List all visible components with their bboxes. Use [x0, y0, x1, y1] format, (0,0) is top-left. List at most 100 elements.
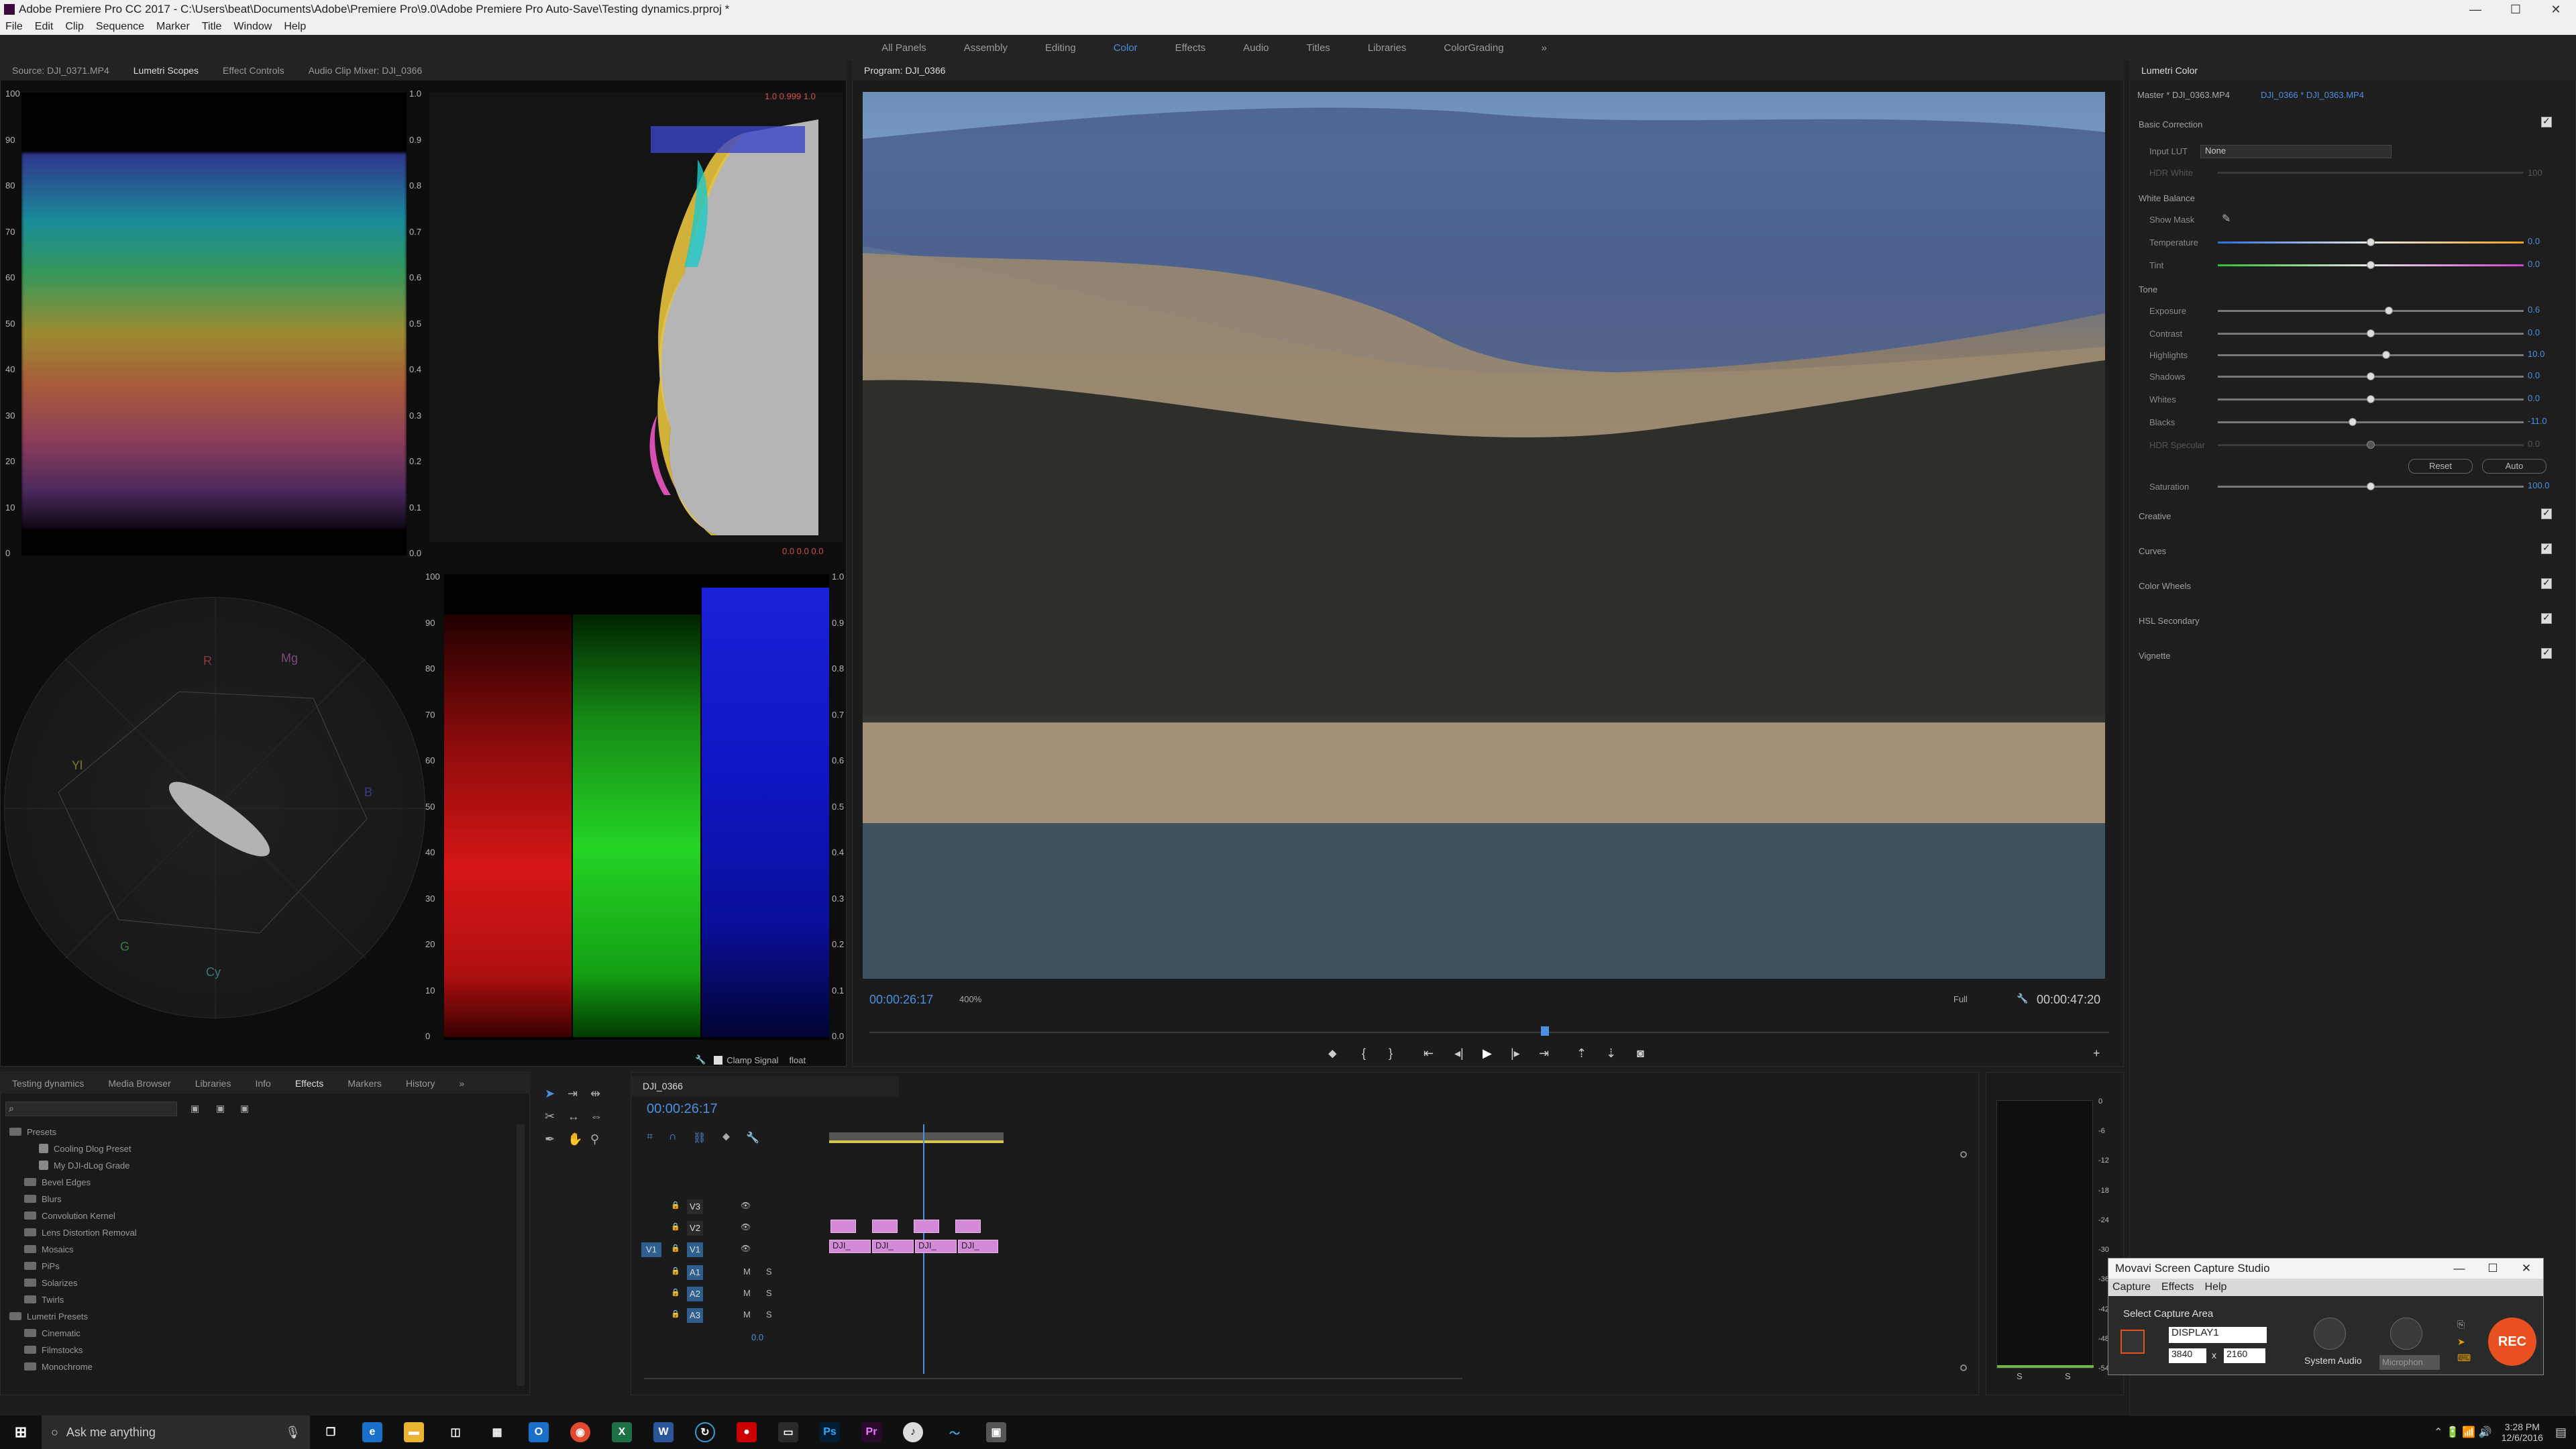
menu-edit[interactable]: Edit — [35, 21, 54, 33]
menu-sequence[interactable]: Sequence — [96, 21, 144, 33]
movavi-close-button[interactable]: ✕ — [2510, 1262, 2543, 1275]
slide-tool-icon[interactable]: ⇔ — [590, 1110, 602, 1124]
pen-tool-icon[interactable]: ✒ — [545, 1132, 555, 1146]
slider-tint[interactable] — [2218, 261, 2524, 269]
menu-help[interactable]: Help — [284, 21, 306, 33]
clip-v2[interactable] — [955, 1220, 981, 1233]
track-visibility-icon[interactable]: 👁 — [741, 1201, 751, 1210]
slider-blacks[interactable] — [2218, 418, 2524, 426]
go-to-in-button[interactable]: ⇤ — [1424, 1046, 1434, 1061]
yuv-effects-icon[interactable]: ▣ — [240, 1103, 249, 1114]
track-lock-icon[interactable]: 🔒 — [671, 1267, 680, 1275]
zoom-handle-top[interactable] — [1960, 1151, 1967, 1158]
tab-source[interactable]: Source: DJI_0371.MP4 — [12, 65, 109, 76]
slider-value[interactable]: -11.0 — [2528, 416, 2547, 426]
track-solo-button[interactable]: S — [766, 1288, 772, 1298]
menu-clip[interactable]: Clip — [65, 21, 84, 33]
program-monitor-title[interactable]: Program: DJI_0366 — [864, 65, 945, 76]
close-button[interactable]: ✕ — [2536, 3, 2576, 17]
track-visibility-icon[interactable]: 👁 — [741, 1244, 751, 1253]
rec-button[interactable]: REC — [2488, 1318, 2536, 1366]
slider-value[interactable]: 0.0 — [2528, 439, 2540, 449]
slider-value[interactable]: 0.0 — [2528, 370, 2540, 380]
add-marker-button[interactable]: ⬥ — [1328, 1046, 1337, 1061]
slider-value[interactable]: 0.0 — [2528, 236, 2540, 246]
workspace-assembly[interactable]: Assembly — [964, 42, 1008, 54]
effects-tree-item[interactable]: Convolution Kernel — [24, 1208, 115, 1223]
movavi-menu-effects[interactable]: Effects — [2161, 1281, 2194, 1293]
outlook-icon[interactable]: O — [529, 1422, 549, 1442]
basic-correction-checkbox[interactable] — [2541, 115, 2552, 127]
sync-icon[interactable]: ↻ — [695, 1422, 715, 1442]
slider-contrast[interactable] — [2218, 329, 2524, 337]
source-patch-v1[interactable]: V1 — [641, 1242, 661, 1257]
mark-in-button[interactable]: { — [1362, 1046, 1366, 1061]
effects-tree-item[interactable]: Cooling Dlog Preset — [39, 1141, 131, 1156]
menu-window[interactable]: Window — [233, 21, 272, 33]
slider-whites[interactable] — [2218, 395, 2524, 403]
microphone-icon[interactable] — [2390, 1318, 2422, 1350]
step-forward-button[interactable]: |▸ — [1511, 1046, 1520, 1061]
program-scrubber[interactable] — [869, 1026, 2109, 1036]
saturation-value[interactable]: 100.0 — [2528, 480, 2550, 490]
edge-icon[interactable]: e — [362, 1422, 382, 1442]
timeline-work-area[interactable] — [829, 1132, 1004, 1143]
menu-marker[interactable]: Marker — [156, 21, 190, 33]
effects-scrollbar[interactable] — [517, 1124, 525, 1386]
windows-start-icon[interactable]: ⊞ — [11, 1422, 31, 1442]
chrome-icon[interactable]: ◉ — [570, 1422, 590, 1442]
store-icon[interactable]: ◫ — [445, 1422, 466, 1442]
float-select[interactable]: float — [790, 1055, 806, 1065]
tab-lumetri-scopes[interactable]: Lumetri Scopes — [133, 65, 199, 76]
track-target-a1[interactable]: A1 — [687, 1265, 703, 1280]
tab-history[interactable]: History — [406, 1078, 435, 1089]
selection-tool-icon[interactable]: ➤ — [545, 1087, 555, 1101]
menu-title[interactable]: Title — [202, 21, 222, 33]
32bit-effects-icon[interactable]: ▣ — [216, 1103, 225, 1114]
slider-value[interactable]: 0.0 — [2528, 327, 2540, 337]
master-track-value[interactable]: 0.0 — [751, 1332, 763, 1342]
timeline-sequence-tab[interactable]: DJI_0366 — [643, 1081, 683, 1091]
track-mute-button[interactable]: M — [743, 1267, 751, 1277]
movavi-menu-capture[interactable]: Capture — [2112, 1281, 2151, 1293]
app-icon[interactable]: 〜 — [945, 1422, 965, 1442]
workspace-more-button[interactable]: » — [1542, 42, 1547, 54]
effects-tree-item[interactable]: Mosaics — [24, 1242, 74, 1256]
effects-search-input[interactable]: ⌕ — [5, 1102, 177, 1116]
effects-tree-item[interactable]: My DJI-dLog Grade — [39, 1158, 129, 1173]
photoshop-icon[interactable]: Ps — [820, 1422, 840, 1442]
add-button[interactable]: + — [2093, 1046, 2100, 1061]
white-balance-section[interactable]: White Balance — [2139, 193, 2195, 203]
word-icon[interactable]: W — [653, 1422, 674, 1442]
effects-tree-item[interactable]: Cinematic — [24, 1326, 80, 1340]
microphone-select[interactable]: Microphon — [2379, 1355, 2440, 1370]
snap-icon[interactable]: ∩ — [669, 1131, 677, 1144]
step-back-button[interactable]: ◂| — [1454, 1046, 1464, 1061]
slider-knob[interactable] — [2367, 372, 2375, 380]
action-center-icon[interactable]: ▤ — [2555, 1426, 2567, 1440]
zoom-handle-bottom[interactable] — [1960, 1364, 1967, 1371]
movavi-menu-help[interactable]: Help — [2205, 1281, 2227, 1293]
slider-exposure[interactable] — [2218, 307, 2524, 315]
track-target-a3[interactable]: A3 — [687, 1308, 703, 1323]
effects-tree-item[interactable]: Filmstocks — [24, 1342, 83, 1357]
webcam-icon[interactable]: ⎘ — [2457, 1319, 2465, 1330]
movavi-maximize-button[interactable]: ☐ — [2476, 1262, 2510, 1275]
calculator-icon[interactable]: ▦ — [487, 1422, 507, 1442]
minimize-button[interactable]: — — [2455, 3, 2496, 17]
record-app-icon[interactable]: ● — [737, 1422, 757, 1442]
program-zoom-select[interactable]: 400% — [959, 994, 981, 1004]
tone-section[interactable]: Tone — [2139, 284, 2157, 294]
workspace-all-panels[interactable]: All Panels — [881, 42, 926, 54]
task-view-icon[interactable]: ❐ — [321, 1422, 341, 1442]
hand-tool-icon[interactable]: ✋ — [568, 1132, 582, 1146]
track-lock-icon[interactable]: 🔒 — [671, 1309, 680, 1318]
clip-v2[interactable] — [872, 1220, 898, 1233]
cursor-effects-icon[interactable]: ➤ — [2457, 1336, 2465, 1348]
microphone-icon[interactable]: 🎙 — [285, 1426, 301, 1440]
accelerated-effects-icon[interactable]: ▣ — [191, 1103, 199, 1114]
tab-media-browser[interactable]: Media Browser — [108, 1078, 170, 1089]
input-lut-select[interactable]: None — [2200, 145, 2392, 158]
nest-icon[interactable]: ⌗ — [647, 1131, 653, 1144]
tab-audio-clip-mixer[interactable]: Audio Clip Mixer: DJI_0366 — [309, 65, 423, 76]
